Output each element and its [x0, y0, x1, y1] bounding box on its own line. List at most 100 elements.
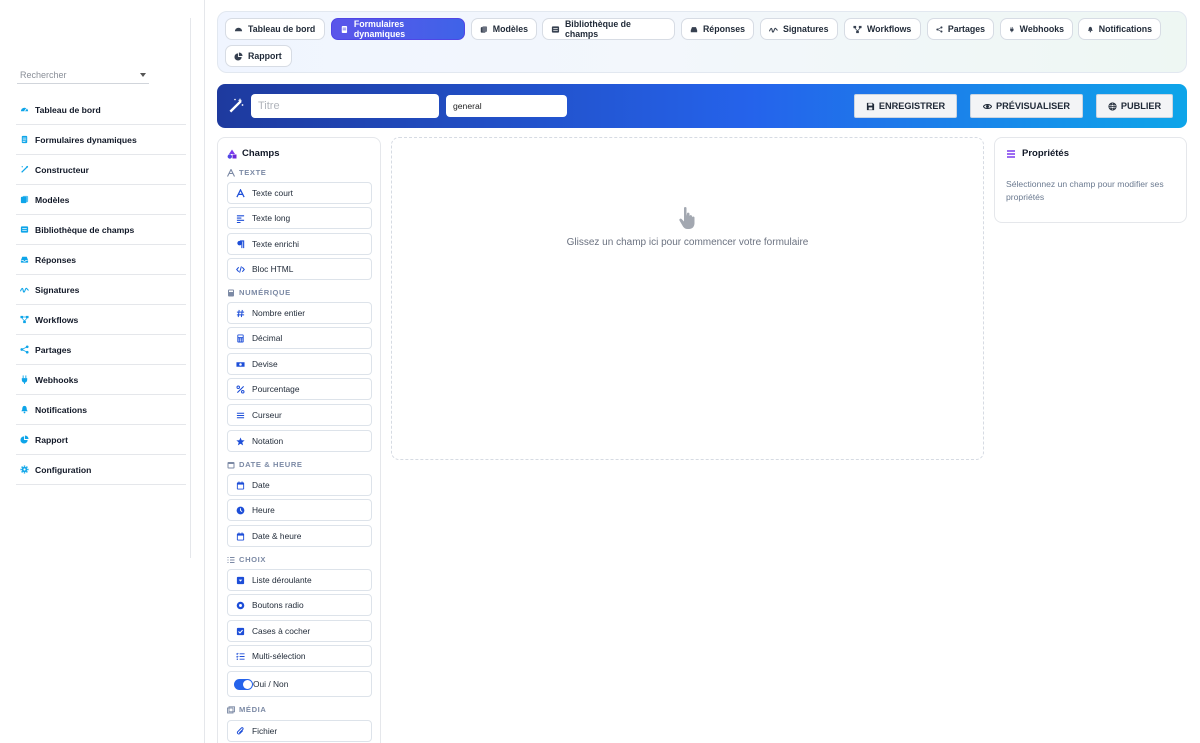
tab-reponses[interactable]: Réponses — [681, 18, 754, 40]
tab-label: Tableau de bord — [248, 24, 316, 34]
font-icon — [235, 188, 245, 198]
field-date-heure[interactable]: Date & heure — [227, 525, 372, 547]
tab-bibliotheque-de-champs[interactable]: Bibliothèque de champs — [542, 18, 675, 40]
tab-workflows[interactable]: Workflows — [844, 18, 921, 40]
sidebar-item-partages[interactable]: Partages — [16, 335, 186, 365]
sidebar-item-bibliotheque-de-champs[interactable]: Bibliothèque de champs — [16, 215, 186, 245]
field-texte-enrichi[interactable]: Texte enrichi — [227, 233, 372, 255]
eye-icon — [982, 103, 992, 109]
plug-icon — [1010, 26, 1014, 32]
section-label: NUMÉRIQUE — [239, 288, 291, 297]
tab-tableau-de-bord[interactable]: Tableau de bord — [225, 18, 325, 40]
section-label: DATE & HEURE — [239, 460, 303, 469]
sidebar-item-constructeur[interactable]: Constructeur — [16, 155, 186, 185]
field-curseur[interactable]: Curseur — [227, 404, 372, 426]
properties-header: Propriétés — [1006, 148, 1069, 159]
form-drop-zone[interactable]: Glissez un champ ici pour commencer votr… — [391, 137, 984, 460]
tab-webhooks[interactable]: Webhooks — [1000, 18, 1073, 40]
section-media: MÉDIA — [227, 705, 266, 714]
align-left-icon — [235, 213, 245, 223]
sidebar-item-rapport[interactable]: Rapport — [16, 425, 186, 455]
field-pourcentage[interactable]: Pourcentage — [227, 378, 372, 400]
field-label: Texte enrichi — [252, 239, 300, 249]
tab-label: Workflows — [867, 24, 912, 34]
wand-icon — [19, 165, 29, 175]
tab-modeles[interactable]: Modèles — [471, 18, 537, 40]
field-heure[interactable]: Heure — [227, 499, 372, 521]
templates-icon — [480, 25, 488, 33]
sidebar-item-reponses[interactable]: Réponses — [16, 245, 186, 275]
publish-label: PUBLIER — [1120, 101, 1162, 111]
calculator-icon — [235, 333, 245, 343]
search-placeholder: Rechercher — [20, 70, 67, 80]
save-button[interactable]: ENREGISTRER — [854, 94, 957, 118]
search-select[interactable]: Rechercher — [17, 67, 149, 84]
tab-label: Bibliothèque de champs — [564, 19, 631, 39]
tab-label: Rapport — [248, 51, 282, 61]
field-bloc-html[interactable]: Bloc HTML — [227, 258, 372, 280]
magic-wand-icon — [229, 98, 244, 113]
sidebar-item-label: Bibliothèque de champs — [35, 224, 135, 235]
section-label: CHOIX — [239, 555, 267, 564]
form-category-input[interactable] — [446, 95, 567, 117]
tab-formulaires-dynamiques[interactable]: Formulaires dynamiques — [331, 18, 465, 40]
tab-rapport[interactable]: Rapport — [225, 45, 292, 67]
field-fichier[interactable]: Fichier — [227, 720, 372, 742]
tab-label: Notifications — [1098, 24, 1152, 34]
bell-icon — [1088, 26, 1093, 32]
field-oui-non[interactable]: Oui / Non — [227, 671, 372, 697]
tab-notifications[interactable]: Notifications — [1078, 18, 1161, 40]
publish-button[interactable]: PUBLIER — [1096, 94, 1173, 118]
sidebar-item-modeles[interactable]: Modèles — [16, 185, 186, 215]
sidebar-item-formulaires-dynamiques[interactable]: Formulaires dynamiques — [16, 125, 186, 155]
field-texte-court[interactable]: Texte court — [227, 182, 372, 204]
money-icon — [235, 359, 245, 369]
sidebar-item-webhooks[interactable]: Webhooks — [16, 365, 186, 395]
inbox-icon — [19, 255, 29, 265]
sidebar-item-label: Rapport — [35, 434, 68, 445]
tab-label: Signatures — [783, 24, 829, 34]
radio-icon — [235, 600, 245, 610]
field-liste-deroulante[interactable]: Liste déroulante — [227, 569, 372, 591]
field-nombre-entier[interactable]: Nombre entier — [227, 302, 372, 324]
drop-zone-text: Glissez un champ ici pour commencer votr… — [566, 237, 809, 248]
field-label: Décimal — [252, 333, 283, 343]
plug-icon — [19, 375, 29, 385]
pie-chart-icon — [19, 435, 29, 445]
field-multi-selection[interactable]: Multi-sélection — [227, 645, 372, 667]
tab-signatures[interactable]: Signatures — [760, 18, 838, 40]
field-label: Liste déroulante — [252, 575, 312, 585]
sidebar-item-configuration[interactable]: Configuration — [16, 455, 186, 485]
field-label: Fichier — [252, 726, 278, 736]
field-cases-a-cocher[interactable]: Cases à cocher — [227, 620, 372, 642]
floppy-icon — [866, 102, 874, 110]
sliders-icon — [1007, 149, 1015, 158]
field-devise[interactable]: Devise — [227, 353, 372, 375]
sidebar-divider — [190, 18, 191, 558]
field-boutons-radio[interactable]: Boutons radio — [227, 594, 372, 616]
field-label: Heure — [252, 505, 275, 515]
sidebar-item-notifications[interactable]: Notifications — [16, 395, 186, 425]
code-icon — [235, 264, 245, 274]
sidebar-item-label: Notifications — [35, 404, 88, 415]
field-decimal[interactable]: Décimal — [227, 327, 372, 349]
section-numerique: NUMÉRIQUE — [227, 288, 291, 297]
pie-chart-icon — [234, 51, 243, 61]
fields-palette: Champs TEXTE Texte court Texte long Text… — [217, 137, 381, 743]
calendar-icon — [235, 480, 245, 490]
sidebar-item-workflows[interactable]: Workflows — [16, 305, 186, 335]
field-date[interactable]: Date — [227, 474, 372, 496]
preview-button[interactable]: PRÉVISUALISER — [970, 94, 1083, 118]
caret-down-icon[interactable] — [140, 73, 146, 77]
form-title-input[interactable] — [251, 94, 439, 118]
sidebar-item-tableau-de-bord[interactable]: Tableau de bord — [16, 95, 186, 125]
sidebar-nav: Tableau de bord Formulaires dynamiques C… — [16, 95, 186, 485]
sidebar-item-signatures[interactable]: Signatures — [16, 275, 186, 305]
field-label: Pourcentage — [252, 384, 300, 394]
field-label: Boutons radio — [252, 600, 304, 610]
field-texte-long[interactable]: Texte long — [227, 207, 372, 229]
tab-partages[interactable]: Partages — [927, 18, 994, 40]
field-notation[interactable]: Notation — [227, 430, 372, 452]
section-texte: TEXTE — [227, 168, 266, 177]
field-label: Bloc HTML — [252, 264, 294, 274]
